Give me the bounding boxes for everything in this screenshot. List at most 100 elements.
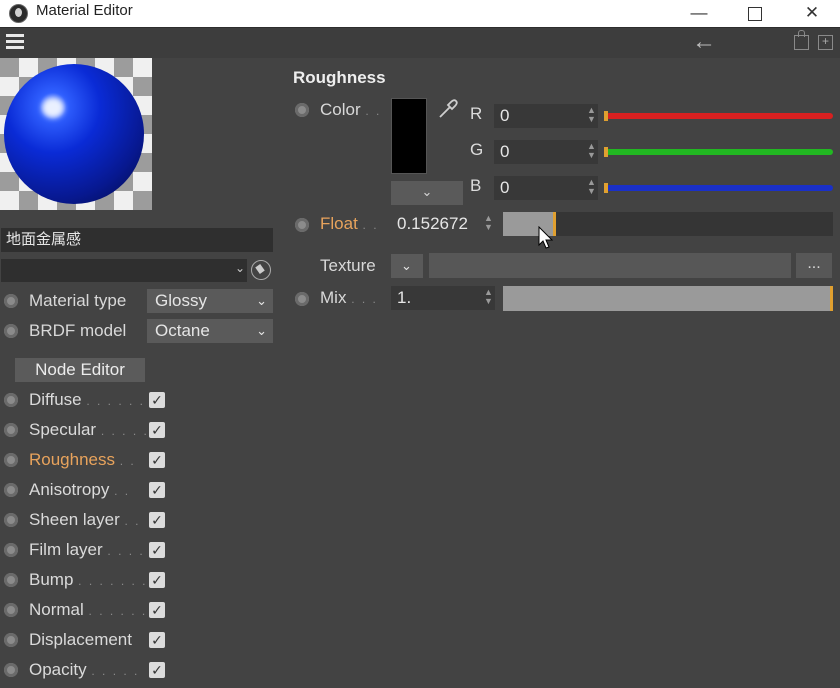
channel-label-specular[interactable]: Specular . . . . . (29, 418, 149, 443)
channel-label-dots: . . . . . . (86, 394, 146, 408)
channel-label-anisotropy[interactable]: Anisotropy . . (29, 478, 130, 503)
channel-enable-checkbox[interactable]: ✓ (149, 452, 165, 468)
channel-enable-checkbox[interactable]: ✓ (149, 662, 165, 678)
g-slider[interactable] (606, 149, 833, 155)
channel-radio[interactable] (4, 483, 18, 497)
channel-label-opacity[interactable]: Opacity . . . . . (29, 658, 139, 683)
channel-label-text: Opacity (29, 660, 87, 679)
close-button[interactable]: ✕ (789, 0, 835, 27)
channel-enable-checkbox[interactable]: ✓ (149, 632, 165, 648)
mix-label-text: Mix (320, 288, 347, 307)
float-value: 0.152672 (397, 214, 468, 233)
channel-label-dots: . . (119, 454, 136, 468)
color-label: Color . . (320, 98, 381, 122)
channel-label-diffuse[interactable]: Diffuse . . . . . . (29, 388, 145, 413)
b-value: 0 (500, 178, 510, 197)
brdf-model-select[interactable]: Octane ⌄ (147, 319, 273, 343)
channel-label-normal[interactable]: Normal . . . . . . (29, 598, 147, 623)
channel-label-bump[interactable]: Bump . . . . . . . (29, 568, 148, 593)
material-preview[interactable] (0, 58, 152, 210)
r-value: 0 (500, 106, 510, 125)
spin-arrows-icon[interactable]: ▲ ▼ (587, 106, 596, 124)
channel-label-roughness[interactable]: Roughness . . (29, 448, 136, 473)
lock-icon[interactable] (794, 30, 809, 50)
b-slider[interactable] (606, 185, 833, 191)
spin-arrows-icon[interactable]: ▲ ▼ (587, 142, 596, 160)
float-label-text: Float (320, 214, 358, 233)
channel-enable-checkbox[interactable]: ✓ (149, 512, 165, 528)
g-value-field[interactable]: 0 ▲ ▼ (494, 140, 598, 164)
mix-value-field[interactable]: 1. ▲ ▼ (391, 286, 495, 310)
channel-enable-checkbox[interactable]: ✓ (149, 602, 165, 618)
preview-sphere (4, 64, 144, 204)
channel-radio[interactable] (4, 453, 18, 467)
r-slider-knob[interactable] (604, 111, 608, 121)
material-dropdown[interactable]: ⌄ (1, 259, 247, 282)
chevron-down-icon: ⌄ (234, 261, 245, 275)
hamburger-menu-icon[interactable] (6, 34, 24, 50)
texture-field[interactable] (429, 253, 791, 278)
spin-arrows-icon[interactable]: ▲ ▼ (484, 288, 493, 306)
new-window-icon[interactable]: + (818, 35, 833, 50)
channel-label-dots: . . . . . (91, 664, 140, 678)
mix-value: 1. (397, 288, 412, 307)
b-label: B (470, 176, 482, 195)
channel-label-displacement[interactable]: Displacement (29, 628, 132, 653)
channel-label-sheen-layer[interactable]: Sheen layer . . (29, 508, 140, 533)
channel-enable-checkbox[interactable]: ✓ (149, 392, 165, 408)
channel-enable-checkbox[interactable]: ✓ (149, 542, 165, 558)
chevron-down-icon: ⌄ (256, 323, 267, 338)
eyedropper-icon[interactable] (436, 97, 460, 121)
back-arrow-icon[interactable]: ← (692, 28, 716, 56)
maximize-button[interactable] (732, 0, 778, 27)
channel-label-text: Bump (29, 570, 74, 589)
channel-enable-checkbox[interactable]: ✓ (149, 482, 165, 498)
pick-material-icon[interactable] (251, 260, 271, 280)
channel-enable-checkbox[interactable]: ✓ (149, 572, 165, 588)
material-type-radio[interactable] (4, 294, 18, 308)
color-mode-dropdown[interactable]: ⌄ (391, 181, 463, 205)
color-swatch[interactable] (391, 98, 427, 174)
mix-radio[interactable] (295, 292, 309, 306)
texture-browse-button[interactable]: ... (796, 253, 832, 278)
minimize-button[interactable]: — (676, 0, 722, 27)
mix-slider[interactable] (503, 286, 833, 311)
spin-arrows-icon[interactable]: ▲ ▼ (484, 214, 493, 232)
texture-label: Texture (320, 256, 376, 275)
channel-label-text: Displacement (29, 630, 132, 649)
brdf-radio[interactable] (4, 324, 18, 338)
channel-radio[interactable] (4, 603, 18, 617)
channel-label-film-layer[interactable]: Film layer . . . . (29, 538, 145, 563)
channel-label-text: Sheen layer (29, 510, 120, 529)
channel-radio[interactable] (4, 633, 18, 647)
channel-radio[interactable] (4, 573, 18, 587)
channel-radio[interactable] (4, 423, 18, 437)
mix-slider-knob[interactable] (830, 286, 833, 311)
g-label: G (470, 140, 484, 159)
float-radio[interactable] (295, 218, 309, 232)
b-value-field[interactable]: 0 ▲ ▼ (494, 176, 598, 200)
channel-label-dots: . . . . . (100, 424, 149, 438)
r-slider[interactable] (606, 113, 833, 119)
float-label-dots: . . (362, 218, 379, 232)
material-type-value: Glossy (155, 291, 207, 310)
channel-enable-checkbox[interactable]: ✓ (149, 422, 165, 438)
color-radio[interactable] (295, 103, 309, 117)
channel-radio[interactable] (4, 663, 18, 677)
channel-label-dots: . . (114, 484, 131, 498)
channel-label-text: Film layer (29, 540, 103, 559)
channel-radio[interactable] (4, 393, 18, 407)
color-label-dots: . . (365, 104, 382, 118)
float-value-field[interactable]: 0.152672 ▲ ▼ (391, 212, 495, 236)
b-slider-knob[interactable] (604, 183, 608, 193)
g-slider-knob[interactable] (604, 147, 608, 157)
texture-type-dropdown[interactable]: ⌄ (391, 254, 423, 278)
channel-radio[interactable] (4, 513, 18, 527)
spin-arrows-icon[interactable]: ▲ ▼ (587, 178, 596, 196)
node-editor-button[interactable]: Node Editor (15, 358, 145, 382)
channel-radio[interactable] (4, 543, 18, 557)
material-name-field[interactable]: 地面金属感 (1, 228, 273, 252)
r-label: R (470, 104, 483, 123)
material-type-select[interactable]: Glossy ⌄ (147, 289, 273, 313)
r-value-field[interactable]: 0 ▲ ▼ (494, 104, 598, 128)
